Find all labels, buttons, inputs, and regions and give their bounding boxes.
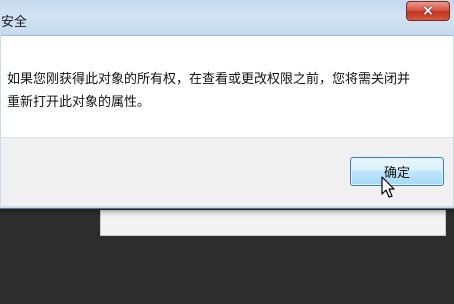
dialog-titlebar[interactable]: 安全 × xyxy=(0,0,454,35)
message-line-2: 重新打开此对象的属性。 xyxy=(7,95,151,110)
mouse-pointer-icon xyxy=(381,176,395,198)
ok-button[interactable]: 确定 xyxy=(350,157,444,186)
close-icon: × xyxy=(422,3,434,19)
message-line-1: 如果您刚获得此对象的所有权，在查看或更改权限之前，您将需关闭并 xyxy=(7,72,411,87)
dialog-message: 如果您刚获得此对象的所有权，在查看或更改权限之前，您将需关闭并 重新打开此对象的… xyxy=(7,68,427,114)
close-button[interactable]: × xyxy=(406,1,450,21)
dialog-content: 如果您刚获得此对象的所有权，在查看或更改权限之前，您将需关闭并 重新打开此对象的… xyxy=(1,35,453,138)
background-window-panel xyxy=(100,210,446,236)
dialog-title: 安全 xyxy=(1,15,28,30)
